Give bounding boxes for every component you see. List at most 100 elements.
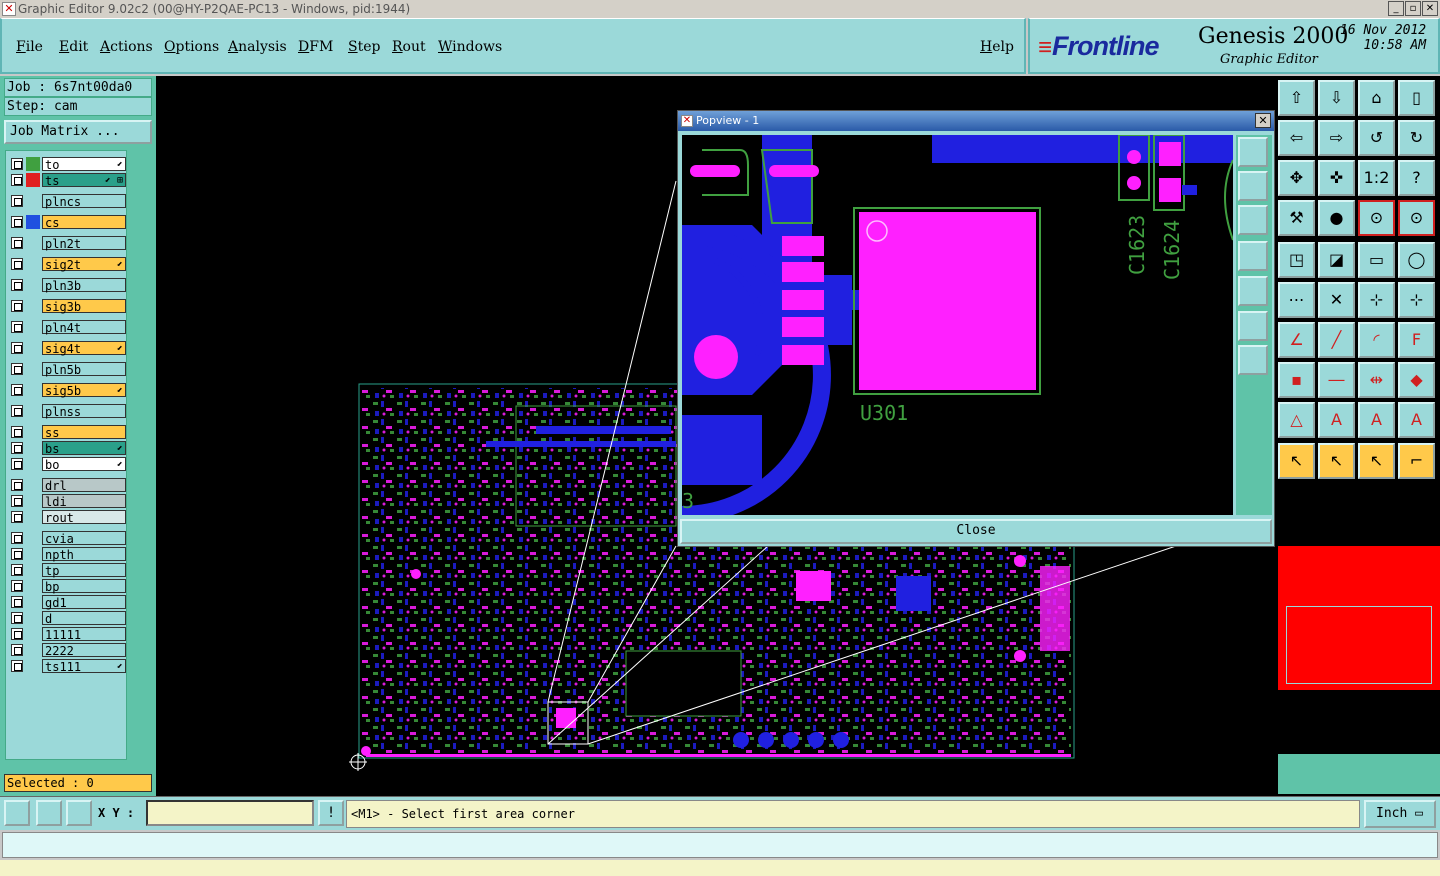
layer-row-2222[interactable]: 2222 [9,643,126,658]
layer-row-pln3b[interactable]: pln3b [9,278,126,293]
layer-row-plncs[interactable]: plncs [9,194,126,209]
pad-add-button[interactable]: ▪ [1278,362,1315,398]
layer-row-pln4t[interactable]: pln4t [9,320,126,335]
layer-row-cs[interactable]: cs [9,215,126,230]
layer-checkbox[interactable] [11,580,23,592]
popview-zoom-area[interactable]: U301 C1623 C1624 3 [682,135,1233,515]
layer-name[interactable]: pln4t [42,320,126,335]
move-up-button[interactable]: ⇧ [1278,80,1315,116]
layer-row-ldi[interactable]: ldi [9,494,126,509]
layer-name[interactable]: 11111 [42,627,126,642]
layer-name[interactable]: to ⬋ [42,157,126,172]
layer-checkbox[interactable] [11,174,23,186]
layer-name[interactable]: ss [42,425,126,440]
layer-name[interactable]: pln5b [42,362,126,377]
shapes-button[interactable]: ◆ [1398,362,1435,398]
layer-name[interactable]: pln3b [42,278,126,293]
menu-options[interactable]: Options [164,39,219,55]
layer-name[interactable]: pln2t [42,236,126,251]
layer-checkbox[interactable] [11,612,23,624]
line-split-button[interactable]: ― [1318,362,1355,398]
scale-1-2-button[interactable]: 1:2 [1358,160,1395,196]
layer-row-sig3b[interactable]: sig3b [9,299,126,314]
layer-checkbox[interactable] [11,628,23,640]
poly-b-button[interactable]: A [1358,402,1395,438]
snap-pad-button[interactable]: ◳ [1278,242,1315,278]
menu-actions[interactable]: Actions [100,39,153,55]
layer-checkbox[interactable] [11,532,23,544]
line-angle-button[interactable]: ∠ [1278,322,1315,358]
select-arrow-button[interactable]: ↖ [1278,443,1315,479]
layer-row-sig4t[interactable]: sig4t ⬋ [9,341,126,356]
layer-name[interactable]: drl [42,478,126,493]
job-matrix-button[interactable]: Job Matrix ... [4,120,152,144]
layer-name[interactable]: sig3b [42,299,126,314]
dimension-button[interactable]: ⇹ [1358,362,1395,398]
menu-windows[interactable]: Windows [438,39,502,55]
layer-row-bp[interactable]: bp [9,579,126,594]
split-view-button[interactable]: ▯ [1398,80,1435,116]
menu-step[interactable]: Step [348,39,380,55]
alert-icon[interactable]: ! [318,800,344,826]
layer-row-plnss[interactable]: plnss [9,404,126,419]
layer-name[interactable]: plncs [42,194,126,209]
arc-draw-button[interactable]: ◜ [1358,322,1395,358]
home-button[interactable]: ⌂ [1358,80,1395,116]
layer-checkbox[interactable] [11,195,23,207]
layer-checkbox[interactable] [11,321,23,333]
layer-checkbox[interactable] [11,442,23,454]
layer-name[interactable]: cvia [42,531,126,546]
layer-checkbox[interactable] [11,158,23,170]
layer-name[interactable]: 2222 [42,643,126,658]
layer-row-d[interactable]: d [9,611,126,626]
layer-checkbox[interactable] [11,596,23,608]
connect-nodes-button[interactable]: ⋯ [1278,282,1315,318]
minimize-button[interactable]: _ [1388,1,1404,16]
layer-name[interactable]: sig5b ⬋ [42,383,126,398]
popview-zoom-out-button[interactable] [1238,205,1268,235]
layer-row-11111[interactable]: 11111 [9,627,126,642]
layer-checkbox[interactable] [11,426,23,438]
layer-checkbox[interactable] [11,405,23,417]
layer-row-gd1[interactable]: gd1 [9,595,126,610]
layer-checkbox[interactable] [11,216,23,228]
layer-row-rout[interactable]: rout [9,510,126,525]
menu-rout[interactable]: Rout [392,39,426,55]
layer-checkbox[interactable] [11,660,23,672]
text-feature-button[interactable]: F [1398,322,1435,358]
layer-checkbox[interactable] [11,458,23,470]
layer-checkbox[interactable] [11,479,23,491]
maximize-button[interactable]: ▫ [1405,1,1421,16]
poly-a-button[interactable]: A [1318,402,1355,438]
layer-checkbox[interactable] [11,258,23,270]
line-draw-button[interactable]: ╱ [1318,322,1355,358]
net-select-button[interactable]: ⊙ [1358,200,1395,236]
overview-map[interactable] [1278,546,1440,690]
layer-name[interactable]: bs ⬋ [42,441,126,456]
layer-row-bo[interactable]: bo ⬋ [9,457,126,472]
grid-icon[interactable] [66,800,92,826]
layer-name[interactable]: cs [42,215,126,230]
layer-checkbox[interactable] [11,363,23,375]
measure-icon[interactable] [36,800,62,826]
layer-checkbox[interactable] [11,495,23,507]
add-node-button[interactable]: ⊹ [1358,282,1395,318]
net-highlight-button[interactable]: ⊙ [1398,200,1435,236]
layer-row-cvia[interactable]: cvia [9,531,126,546]
pan-left-button[interactable]: ⇦ [1278,120,1315,156]
popview-close-button[interactable]: Close [680,519,1272,544]
move-down-button[interactable]: ⇩ [1318,80,1355,116]
popview-pan-button[interactable] [1238,241,1268,271]
units-dropdown[interactable]: Inch ▭ [1364,800,1436,828]
xy-input[interactable] [146,800,314,826]
layer-checkbox[interactable] [11,237,23,249]
popview-zoom-fit-button[interactable] [1238,137,1268,167]
cross-node-button[interactable]: ✕ [1318,282,1355,318]
layer-row-drl[interactable]: drl [9,478,126,493]
layer-checkbox[interactable] [11,548,23,560]
zoom-fit-button[interactable]: ✥ [1278,160,1315,196]
zoom-center-button[interactable]: ✜ [1318,160,1355,196]
layer-checkbox[interactable] [11,384,23,396]
popview-zoom-in-button[interactable] [1238,171,1268,201]
menu-file[interactable]: File [16,39,43,55]
